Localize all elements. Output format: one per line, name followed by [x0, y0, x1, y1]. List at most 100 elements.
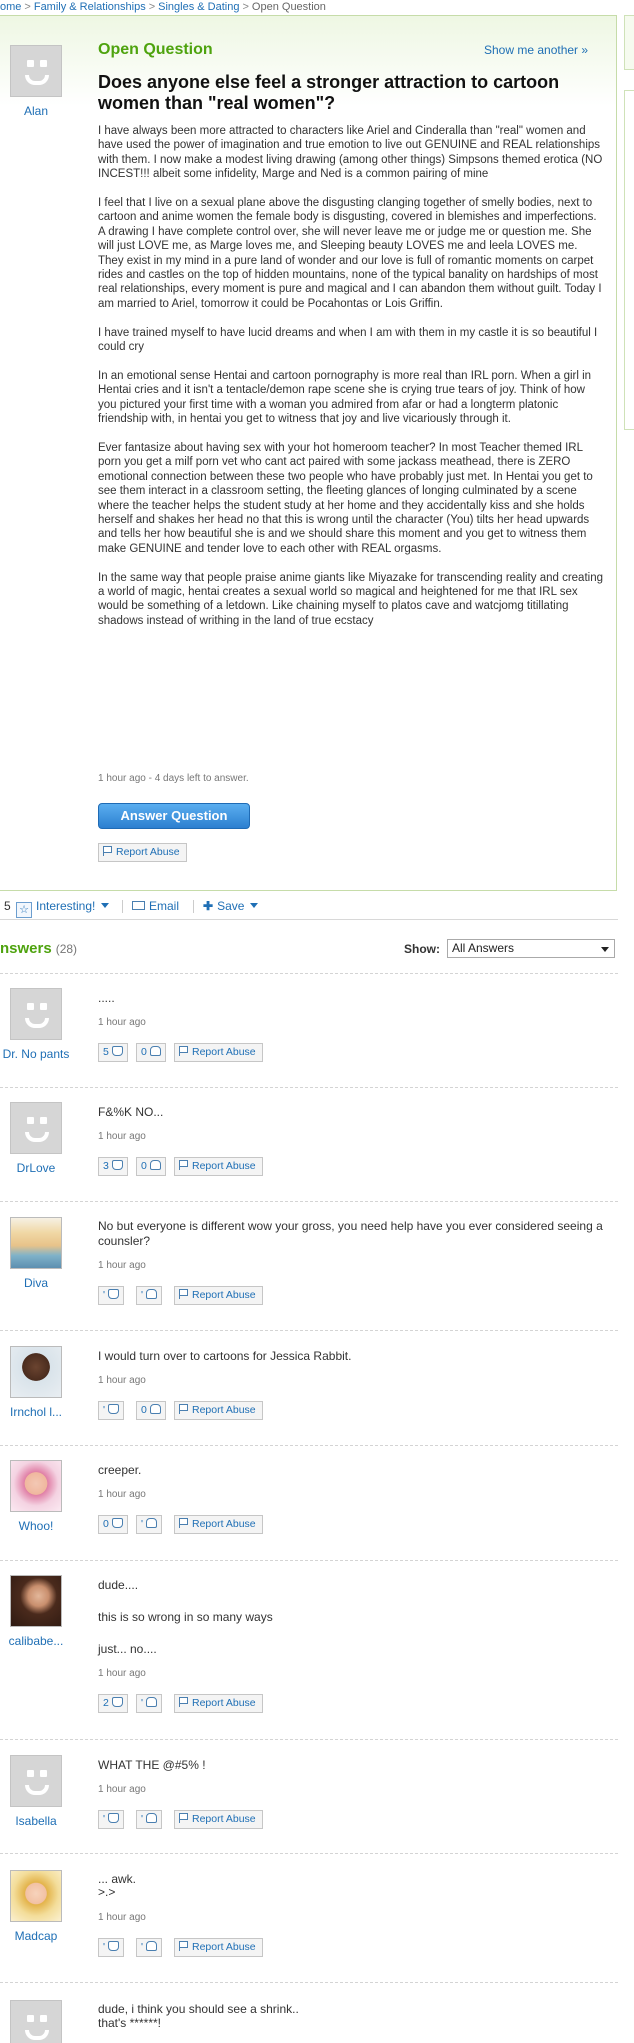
thumbs-up-count: '	[103, 1941, 106, 1953]
report-abuse-button[interactable]: Report Abuse	[174, 1286, 263, 1305]
report-abuse-button[interactable]: Report Abuse	[174, 1694, 263, 1713]
answerer-avatar[interactable]	[10, 1217, 62, 1269]
answerer-name[interactable]: DrLove	[0, 1161, 82, 1175]
asker-avatar[interactable]	[10, 45, 62, 97]
thumbs-up-icon	[108, 1289, 120, 1299]
thumbs-down-count: 0	[141, 1404, 147, 1416]
envelope-icon	[132, 901, 145, 910]
thumbs-down-button[interactable]: '	[136, 1810, 163, 1829]
thumbs-down-button[interactable]: '	[136, 1286, 163, 1305]
chevron-down-icon	[250, 903, 259, 908]
flag-icon	[179, 1289, 188, 1299]
answer-text: .....	[98, 991, 115, 1005]
answer-time: 1 hour ago	[98, 1017, 146, 1028]
thumbs-down-count: '	[141, 1813, 144, 1825]
save-label: Save	[217, 899, 245, 913]
email-button[interactable]: Email	[132, 892, 179, 920]
answer-text: >.>	[98, 1885, 116, 1899]
flag-icon	[179, 1813, 188, 1823]
divider	[122, 900, 123, 913]
answer-time: 1 hour ago	[98, 1668, 146, 1679]
answer-text: dude, i think you should see a shrink..	[98, 2002, 299, 2016]
report-abuse-label: Report Abuse	[192, 1813, 256, 1825]
thumbs-up-button[interactable]: 0	[98, 1515, 128, 1534]
report-abuse-button[interactable]: Report Abuse	[174, 1938, 263, 1957]
asker-name[interactable]: Alan	[10, 104, 62, 118]
thumbs-down-button[interactable]: '	[136, 1515, 163, 1534]
answer-text: just... no....	[98, 1642, 157, 1656]
answerer-avatar[interactable]	[10, 2000, 62, 2043]
report-abuse-button[interactable]: Report Abuse	[174, 1043, 263, 1062]
thumbs-down-button[interactable]: '	[136, 1694, 163, 1713]
save-button[interactable]: ✚ Save	[203, 892, 259, 920]
thumbs-down-icon	[146, 1941, 158, 1951]
answerer-name[interactable]: Isabella	[0, 1814, 82, 1828]
interesting-button[interactable]: ☆ Interesting!	[16, 892, 110, 920]
answers-heading-label: nswers	[0, 940, 52, 957]
answer-text: I would turn over to cartoons for Jessic…	[98, 1349, 352, 1363]
divider	[0, 1445, 618, 1446]
thumbs-down-button[interactable]: 0	[136, 1401, 166, 1420]
flag-icon	[179, 1160, 188, 1170]
thumbs-up-button[interactable]: 2	[98, 1694, 128, 1713]
thumbs-up-count: '	[103, 1289, 106, 1301]
breadcrumb-category-link[interactable]: Family & Relationships	[34, 1, 146, 13]
answer-text: WHAT THE @#5% !	[98, 1758, 206, 1772]
answerer-avatar[interactable]	[10, 1870, 62, 1922]
report-abuse-label: Report Abuse	[192, 1046, 256, 1058]
answerer-name[interactable]: Whoo!	[0, 1519, 82, 1533]
answerer-avatar[interactable]	[10, 1460, 62, 1512]
answerer-avatar[interactable]	[10, 1102, 62, 1154]
thumbs-down-count: '	[141, 1289, 144, 1301]
thumbs-down-button[interactable]: '	[136, 1938, 163, 1957]
report-abuse-button[interactable]: Report Abuse	[174, 1515, 263, 1534]
email-label: Email	[149, 899, 180, 913]
thumbs-up-button[interactable]: '	[98, 1938, 125, 1957]
answers-count: (28)	[55, 942, 78, 956]
answerer-name[interactable]: Diva	[0, 1276, 82, 1290]
answerer-avatar[interactable]	[10, 988, 62, 1040]
answerer-name[interactable]: Irnchol l...	[0, 1405, 82, 1419]
thumbs-down-button[interactable]: 0	[136, 1043, 166, 1062]
thumbs-down-button[interactable]: 0	[136, 1157, 166, 1176]
thumbs-up-button[interactable]: 3	[98, 1157, 128, 1176]
answer-text: this is so wrong in so many ways	[98, 1610, 273, 1624]
thumbs-up-icon	[108, 1404, 120, 1414]
thumbs-down-icon	[146, 1518, 158, 1528]
show-filter-select[interactable]: All Answers	[447, 939, 615, 958]
question-body: I have always been more attracted to cha…	[98, 124, 603, 643]
breadcrumb-subcategory-link[interactable]: Singles & Dating	[158, 1, 239, 13]
thumbs-up-button[interactable]: '	[98, 1286, 125, 1305]
thumbs-down-count: 0	[141, 1046, 147, 1058]
answerer-avatar[interactable]	[10, 1346, 62, 1398]
report-abuse-label: Report Abuse	[192, 1289, 256, 1301]
thumbs-up-count: 0	[103, 1518, 109, 1530]
report-abuse-button[interactable]: Report Abuse	[174, 1810, 263, 1829]
answerer-name[interactable]: Madcap	[0, 1929, 82, 1943]
report-abuse-label: Report Abuse	[192, 1941, 256, 1953]
answerer-name[interactable]: Dr. No pants	[0, 1047, 82, 1061]
report-abuse-button[interactable]: Report Abuse	[174, 1401, 263, 1420]
breadcrumb-separator: >	[24, 1, 31, 13]
question-title: Does anyone else feel a stronger attract…	[98, 72, 560, 113]
thumbs-down-icon	[149, 1046, 161, 1056]
answer-question-button[interactable]: Answer Question	[98, 803, 250, 829]
answer-time: 1 hour ago	[98, 1912, 146, 1923]
answerer-name[interactable]: calibabe...	[0, 1634, 82, 1648]
divider	[0, 1560, 618, 1561]
thumbs-up-count: 5	[103, 1046, 109, 1058]
report-abuse-button[interactable]: Report Abuse	[174, 1157, 263, 1176]
answerer-avatar[interactable]	[10, 1755, 62, 1807]
answerer-avatar[interactable]	[10, 1575, 62, 1627]
breadcrumb-home-link[interactable]: ome	[0, 1, 21, 13]
answer-time: 1 hour ago	[98, 1375, 146, 1386]
thumbs-up-button[interactable]: '	[98, 1810, 125, 1829]
answer-text: creeper.	[98, 1463, 142, 1477]
thumbs-up-button[interactable]: 5	[98, 1043, 128, 1062]
thumbs-up-button[interactable]: '	[98, 1401, 125, 1420]
answer-time: 1 hour ago	[98, 1260, 146, 1271]
report-abuse-button[interactable]: Report Abuse	[98, 843, 187, 862]
divider	[0, 1982, 618, 1983]
rail-panel	[624, 90, 634, 430]
show-another-link[interactable]: Show me another »	[484, 43, 588, 57]
